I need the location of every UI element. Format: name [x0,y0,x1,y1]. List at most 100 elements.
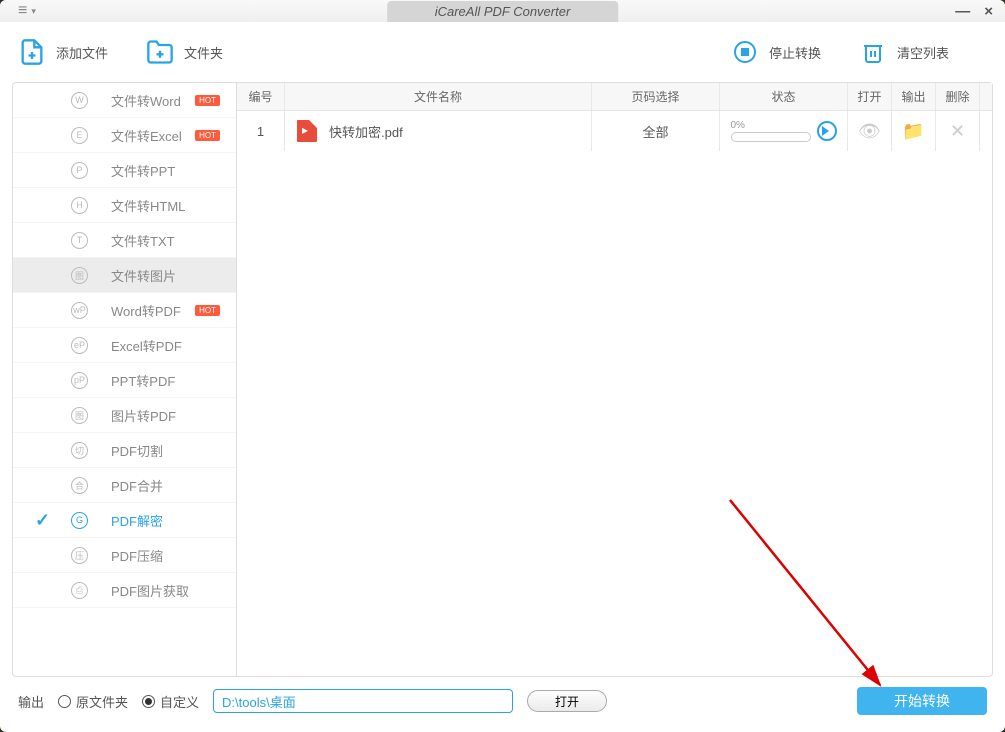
hot-badge: HOT [195,95,220,106]
sidebar-label: 文件转Word [111,91,181,110]
sidebar-label: PDF解密 [111,511,163,530]
sidebar-item-2[interactable]: P文件转PPT [13,153,236,188]
open-folder-button[interactable]: 打开 [527,690,607,712]
cell-status: 0% [720,111,848,151]
cell-delete[interactable]: ✕ [936,111,980,151]
add-folder-icon [146,38,174,66]
col-name: 文件名称 [285,83,592,110]
sidebar-item-9[interactable]: 图 图片转PDF [13,398,236,433]
radio-icon-checked [142,695,155,708]
sidebar-item-10[interactable]: 切PDF切割 [13,433,236,468]
sidebar-item-4[interactable]: T 文件转TXT [13,223,236,258]
sidebar-icon: T [71,232,88,249]
sidebar-label: 文件转图片 [111,266,176,285]
pdf-icon [297,120,317,142]
sidebar-item-8[interactable]: pP PPT转PDF [13,363,236,398]
app-window: ≡ ▾ iCareAll PDF Converter — × 添加文件 文件夹 [0,0,1005,732]
sidebar-icon: 合 [71,477,88,494]
sidebar-label: Word转PDF [111,301,181,320]
close-icon: ✕ [950,121,965,142]
add-file-label: 添加文件 [56,43,108,62]
footer: 输出 原文件夹 自定义 打开 开始转换 [0,677,1005,725]
sidebar-icon: H [71,197,88,214]
radio-custom-label: 自定义 [160,692,199,711]
eye-icon: 👁 [858,121,881,142]
sidebar-label: PDF压缩 [111,546,163,565]
output-label: 输出 [18,692,44,711]
file-name: 快转加密.pdf [329,122,403,141]
hamburger-icon: ≡ [18,2,27,20]
sidebar-item-11[interactable]: 合PDF合并 [13,468,236,503]
sidebar-label: 文件转Excel [111,126,182,145]
sidebar-icon: W [71,92,88,109]
sidebar-item-12[interactable]: ✓ G PDF解密 [13,503,236,538]
sidebar-label: 图片转PDF [111,406,176,425]
stop-label: 停止转换 [769,43,821,62]
radio-custom-folder[interactable]: 自定义 [142,692,199,711]
minimize-button[interactable]: — [955,3,970,20]
sidebar-label: 文件转HTML [111,196,185,215]
stop-icon [731,38,759,66]
cell-name: 快转加密.pdf [285,111,592,151]
sidebar-label: 文件转TXT [111,231,175,250]
cell-num: 1 [237,111,285,151]
sidebar-item-0[interactable]: W 文件转Word HOT [13,83,236,118]
chevron-down-icon: ▾ [31,6,36,17]
trash-icon [859,38,887,66]
file-table: 编号 文件名称 页码选择 状态 打开 输出 删除 1快转加密.pdf全部0%👁📁… [237,82,993,677]
sidebar-item-3[interactable]: H 文件转HTML [13,188,236,223]
col-output: 输出 [892,83,936,110]
output-path-input[interactable] [213,689,513,713]
sidebar-item-5[interactable]: 图 文件转图片 [13,258,236,293]
sidebar-icon: 图 [71,267,88,284]
sidebar-icon: G [71,512,88,529]
sidebar-label: Excel转PDF [111,336,182,355]
cell-open[interactable]: 👁 [848,111,892,151]
col-status: 状态 [720,83,848,110]
sidebar-icon: ⎙ [71,582,88,599]
progress-text: 0% [731,120,745,131]
radio-original-label: 原文件夹 [76,692,128,711]
hamburger-menu[interactable]: ≡ ▾ [18,2,36,20]
close-button[interactable]: × [984,3,993,20]
add-file-icon [18,38,46,66]
sidebar-item-14[interactable]: ⎙ PDF图片获取 [13,573,236,608]
sidebar-label: PDF图片获取 [111,581,189,600]
radio-original-folder[interactable]: 原文件夹 [58,692,128,711]
sidebar-label: PPT转PDF [111,371,175,390]
radio-icon [58,695,71,708]
cell-output[interactable]: 📁 [892,111,936,151]
sidebar: W 文件转Word HOT E 文件转Excel HOT P文件转PPT H 文件转HTML T 文… [12,82,237,677]
col-page: 页码选择 [592,83,720,110]
table-row[interactable]: 1 快转加密.pdf 全部 0% 👁 📁 ✕ [237,111,992,151]
sidebar-icon: E [71,127,88,144]
sidebar-item-13[interactable]: 压 PDF压缩 [13,538,236,573]
hot-badge: HOT [195,130,220,141]
sidebar-item-1[interactable]: E 文件转Excel HOT [13,118,236,153]
hot-badge: HOT [195,305,220,316]
sidebar-icon: P [71,162,88,179]
window-title: iCareAll PDF Converter [387,1,619,22]
sidebar-item-6[interactable]: wP Word转PDF HOT [13,293,236,328]
sidebar-label: PDF切割 [111,441,163,460]
add-folder-button[interactable]: 文件夹 [146,38,223,66]
sidebar-icon: 图 [71,407,88,424]
start-convert-button[interactable]: 开始转换 [857,687,987,715]
add-file-button[interactable]: 添加文件 [18,38,108,66]
sidebar-icon: wP [71,302,88,319]
col-delete: 删除 [936,83,980,110]
cell-page[interactable]: 全部 [592,111,720,151]
sidebar-icon: pP [71,372,88,389]
sidebar-item-7[interactable]: eP Excel转PDF [13,328,236,363]
toolbar: 添加文件 文件夹 停止转换 清空列表 [0,22,1005,82]
play-button[interactable] [817,121,837,141]
col-num: 编号 [237,83,285,110]
stop-convert-button[interactable]: 停止转换 [731,38,821,66]
folder-icon: 📁 [902,121,924,142]
clear-list-button[interactable]: 清空列表 [859,38,949,66]
sidebar-icon: eP [71,337,88,354]
titlebar: ≡ ▾ iCareAll PDF Converter — × [0,0,1005,22]
add-folder-label: 文件夹 [184,43,223,62]
sidebar-icon: 压 [71,547,88,564]
check-icon: ✓ [35,510,50,531]
